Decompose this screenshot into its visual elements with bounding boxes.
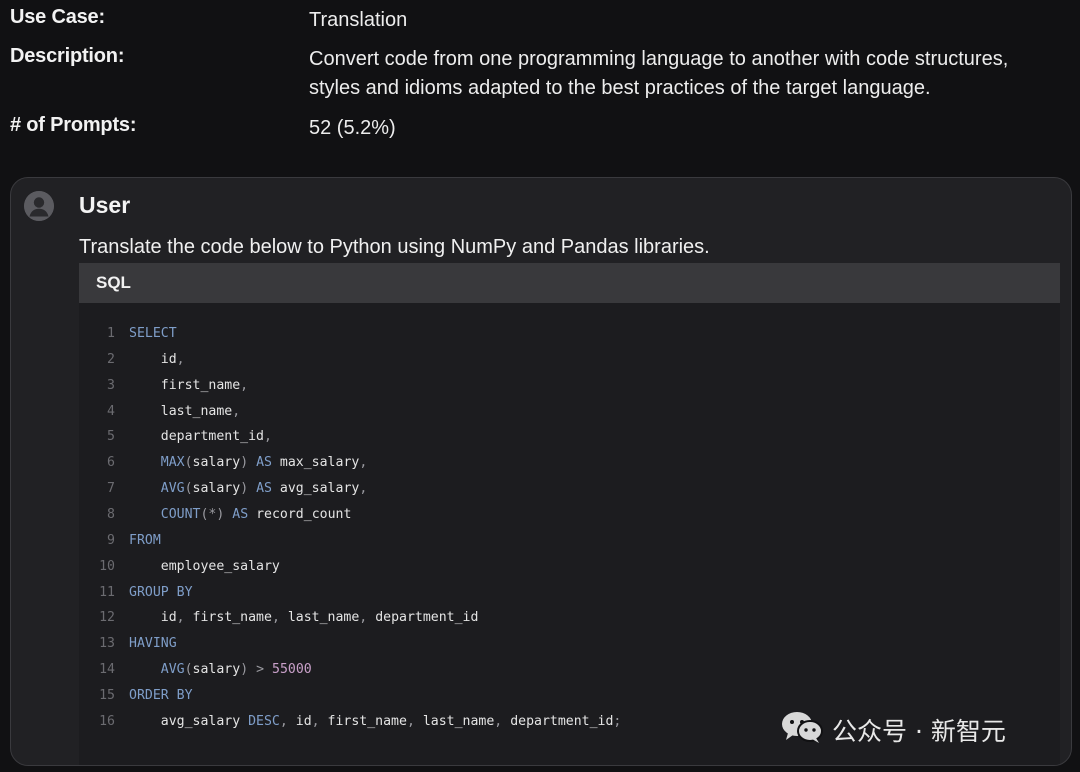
code-text: id, xyxy=(129,351,185,367)
code-line: 7 AVG(salary) AS avg_salary, xyxy=(79,476,1060,502)
description-line-1: Convert code from one programming langua… xyxy=(309,48,1009,70)
line-number: 13 xyxy=(99,636,115,652)
code-text: MAX(salary) AS max_salary, xyxy=(160,455,368,471)
description-label: Description: xyxy=(10,45,125,67)
code-text: AVG(salary) AS avg_salary, xyxy=(160,481,368,497)
code-line: 12 id, first_name, last_name, department… xyxy=(79,605,1060,631)
code-line: 2 id, xyxy=(79,347,1060,373)
code-text: FROM xyxy=(129,532,161,548)
line-number: 9 xyxy=(107,532,115,548)
description-value: Convert code from one programming langua… xyxy=(309,45,1079,103)
line-number: 12 xyxy=(99,610,115,626)
code-language-label: SQL xyxy=(96,273,131,292)
code-line: 9 FROM xyxy=(79,528,1060,554)
wechat-icon xyxy=(782,712,823,743)
code-line: 3 first_name, xyxy=(79,373,1060,399)
code-text: id, first_name, last_name, department_id xyxy=(129,610,479,626)
code-text: ORDER BY xyxy=(129,687,193,703)
description-line-2: styles and idioms adapted to the best pr… xyxy=(309,77,931,99)
line-number: 5 xyxy=(107,429,115,445)
user-avatar-icon xyxy=(24,191,54,221)
line-number: 3 xyxy=(107,377,115,393)
prompts-value: 52 (5.2%) xyxy=(309,117,396,139)
line-number: 6 xyxy=(107,455,115,471)
message-role: User xyxy=(79,192,131,218)
line-number: 15 xyxy=(99,687,115,703)
code-line: 1 SELECT xyxy=(79,321,1060,347)
prompt-text: Translate the code below to Python using… xyxy=(79,236,710,258)
code-line: 14 AVG(salary) > 55000 xyxy=(79,657,1060,683)
line-number: 10 xyxy=(99,558,115,574)
use-case-value: Translation xyxy=(309,9,408,31)
line-number: 4 xyxy=(107,403,115,419)
watermark-text: 公众号 · 新智元 xyxy=(832,717,1006,746)
code-text: HAVING xyxy=(129,636,177,652)
code-text: SELECT xyxy=(129,326,177,341)
user-message-card: User Translate the code below to Python … xyxy=(10,177,1072,766)
code-text: department_id, xyxy=(129,429,272,445)
prompts-label: # of Prompts: xyxy=(10,114,137,136)
code-line: 5 department_id, xyxy=(79,424,1060,450)
code-text: first_name, xyxy=(129,377,249,393)
line-number: 8 xyxy=(107,506,115,522)
code-line: 8 COUNT(*) AS record_count xyxy=(79,502,1060,528)
code-block-header: SQL xyxy=(79,263,1060,303)
code-text: employee_salary xyxy=(129,558,280,574)
code-line: 4 last_name, xyxy=(79,399,1060,425)
code-line: 10 employee_salary xyxy=(79,554,1060,580)
use-case-label: Use Case: xyxy=(10,6,105,28)
code-line: 15 ORDER BY xyxy=(79,683,1060,709)
code-text: avg_salary DESC, id, first_name, last_na… xyxy=(129,713,622,729)
line-number: 14 xyxy=(99,662,115,678)
code-line: 13 HAVING xyxy=(79,631,1060,657)
code-text: last_name, xyxy=(129,403,241,419)
line-number: 11 xyxy=(99,584,115,600)
code-line: 6 MAX(salary) AS max_salary, xyxy=(79,450,1060,476)
line-number: 1 xyxy=(107,326,115,341)
line-number: 7 xyxy=(107,481,115,497)
line-number: 2 xyxy=(107,351,115,367)
code-text: GROUP BY xyxy=(129,584,193,600)
code-text: AVG(salary) > 55000 xyxy=(160,662,312,678)
code-block[interactable]: 1 SELECT 2 id, 3 first_name, 4 last_name, 5 d… xyxy=(79,303,1060,765)
line-number: 16 xyxy=(99,713,115,729)
code-line: 11 GROUP BY xyxy=(79,580,1060,606)
code-text: COUNT(*) AS record_count xyxy=(160,506,352,522)
